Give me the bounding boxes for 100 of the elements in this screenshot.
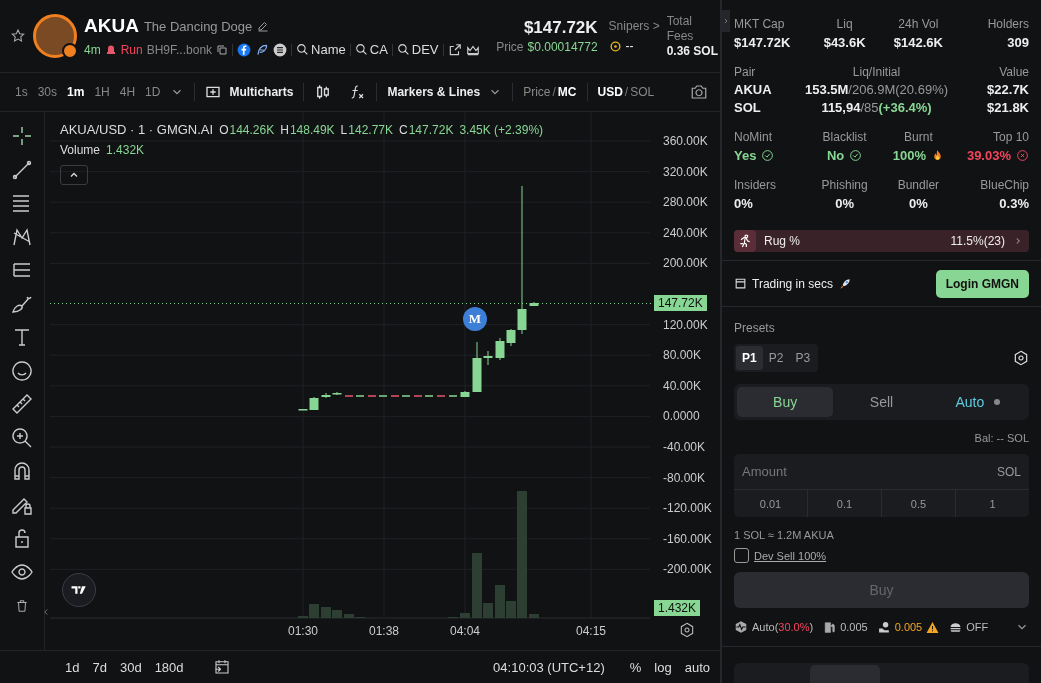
mode-tab[interactable]: Buy xyxy=(737,387,834,417)
check-circle-icon xyxy=(761,149,775,162)
settings-icon[interactable] xyxy=(679,622,695,638)
candle xyxy=(529,301,539,307)
volume-label: Volume xyxy=(60,143,101,157)
price-axis-label: 80.00K xyxy=(663,348,702,363)
quick-amount-button[interactable]: 0.5 xyxy=(881,490,955,517)
calendar-icon[interactable] xyxy=(212,658,231,676)
edit-icon[interactable] xyxy=(257,20,270,32)
stat-label: BlueChip xyxy=(980,178,1029,192)
hand-coin-icon xyxy=(877,620,891,634)
stat-label: MKT Cap xyxy=(734,17,786,31)
flame-icon xyxy=(931,149,944,162)
quick-amount-button[interactable]: 0.1 xyxy=(807,490,881,517)
rug-row[interactable]: Rug % 11.5%(23) xyxy=(734,230,1029,252)
ohlc-value: L142.77K xyxy=(340,123,393,137)
priority-fee[interactable]: 0.005 xyxy=(840,621,868,633)
rug-value: 11.5%(23) xyxy=(950,234,1005,248)
price-axis-label: 240.00K xyxy=(663,225,708,240)
stat-label: Phishing xyxy=(821,178,868,192)
runner-icon xyxy=(734,230,756,252)
wallet-icon xyxy=(734,277,747,290)
slippage-setting[interactable]: Auto(30.0%) xyxy=(752,621,814,633)
stat-value: 0% xyxy=(734,196,754,211)
amount-input[interactable]: Amount xyxy=(742,454,997,489)
star-icon[interactable] xyxy=(10,28,26,44)
copy-icon[interactable] xyxy=(216,43,229,56)
share-icon[interactable] xyxy=(447,42,462,57)
balance-text: Bal: -- SOL xyxy=(974,432,1029,444)
price-mode-toggle[interactable]: MC xyxy=(557,85,577,99)
volume-value: 1.432K xyxy=(106,143,145,157)
clock-time: 04:10:03 (UTC+12) xyxy=(493,659,605,675)
snipers-link[interactable]: Snipers > xyxy=(608,19,660,33)
dev-sell-checkbox[interactable] xyxy=(734,548,749,563)
currency-toggle[interactable]: USD xyxy=(597,85,623,99)
range-button[interactable]: 7d xyxy=(92,659,107,675)
scale-option[interactable]: auto xyxy=(684,659,710,675)
chart-marker[interactable]: M xyxy=(463,307,487,331)
ruler-icon[interactable] xyxy=(10,392,34,416)
snipers-value: -- xyxy=(625,39,634,53)
feather-icon[interactable] xyxy=(255,42,270,57)
search-link[interactable]: DEV xyxy=(396,42,439,57)
scale-option[interactable]: log xyxy=(654,659,672,675)
range-button[interactable]: 1d xyxy=(65,659,80,675)
preset-tab[interactable]: P3 xyxy=(789,346,817,370)
rug-label: Rug % xyxy=(764,234,801,248)
chart-logo[interactable] xyxy=(62,573,96,607)
crosshair-icon[interactable] xyxy=(10,124,34,148)
range-button[interactable]: 30d xyxy=(119,659,142,675)
coin-icon[interactable] xyxy=(273,42,288,57)
multicharts-button[interactable]: Multicharts xyxy=(205,84,294,100)
promo-text: Trading in secs xyxy=(752,276,833,291)
pair-token: AKUA xyxy=(734,82,773,97)
time-axis-label: 04:04 xyxy=(450,624,480,638)
scale-option[interactable]: % xyxy=(629,659,642,675)
settings-icon[interactable] xyxy=(1013,350,1029,366)
collapse-button[interactable] xyxy=(60,165,88,185)
login-button[interactable]: Login GMGN xyxy=(935,269,1029,298)
price-mode-toggle[interactable]: Price xyxy=(523,85,551,99)
price-change: 3.45K (+2.39%) xyxy=(459,123,544,137)
currency-toggle[interactable]: SOL xyxy=(630,85,655,99)
emoji-icon[interactable] xyxy=(10,358,34,383)
dev-sell-link[interactable]: Dev Sell 100% xyxy=(754,549,827,562)
stat-label: Holders xyxy=(987,17,1029,31)
time-axis-label: 01:38 xyxy=(369,624,399,638)
camera-icon[interactable] xyxy=(690,83,708,101)
pair-value: $21.8K xyxy=(986,100,1029,115)
preset-tab[interactable]: P2 xyxy=(762,346,790,370)
preset-tab[interactable]: P1 xyxy=(736,346,763,370)
range-button[interactable]: 180d xyxy=(154,659,184,675)
price-value: $0.00014772 xyxy=(527,40,598,54)
expand-handle[interactable] xyxy=(722,10,730,32)
candle xyxy=(460,390,470,398)
quick-amount-button[interactable]: 1 xyxy=(955,490,1029,517)
anti-mev-setting[interactable]: OFF xyxy=(966,621,989,633)
check-label: Top 10 xyxy=(992,130,1029,144)
search-link[interactable]: CA xyxy=(354,42,388,57)
fees-value: 0.36 SOL xyxy=(666,44,718,58)
zoom-in-icon[interactable] xyxy=(10,425,34,450)
mode-tab[interactable]: Auto xyxy=(929,387,1026,417)
interval-tab[interactable]: 1m xyxy=(67,85,85,99)
ohlc-value: O144.26K xyxy=(219,123,275,137)
contract-address: BH9F...bonk xyxy=(146,42,213,57)
interval-tab[interactable]: 1s xyxy=(15,85,28,99)
quick-amount-button[interactable]: 0.01 xyxy=(734,490,807,517)
search-link[interactable]: Name xyxy=(296,42,346,57)
mode-tab[interactable]: Sell xyxy=(833,387,930,417)
presets-label: Presets xyxy=(734,321,776,335)
interval-tab[interactable]: 30s xyxy=(37,85,58,99)
markers-dropdown[interactable]: Markers & Lines xyxy=(387,85,503,99)
search-icon xyxy=(354,43,368,56)
facebook-icon[interactable] xyxy=(237,42,252,57)
volume-bar xyxy=(321,607,331,618)
interval-tab[interactable]: 4H xyxy=(119,85,136,99)
price-axis-label: 200.00K xyxy=(663,256,708,271)
tip-amount[interactable]: 0.005 xyxy=(894,621,923,633)
amount-field[interactable]: Amount SOL xyxy=(734,454,1029,490)
interval-tab[interactable]: 1D xyxy=(145,85,161,99)
rate-text: 1 SOL ≈ 1.2M AKUA xyxy=(734,529,835,541)
interval-tab[interactable]: 1H xyxy=(94,85,110,99)
